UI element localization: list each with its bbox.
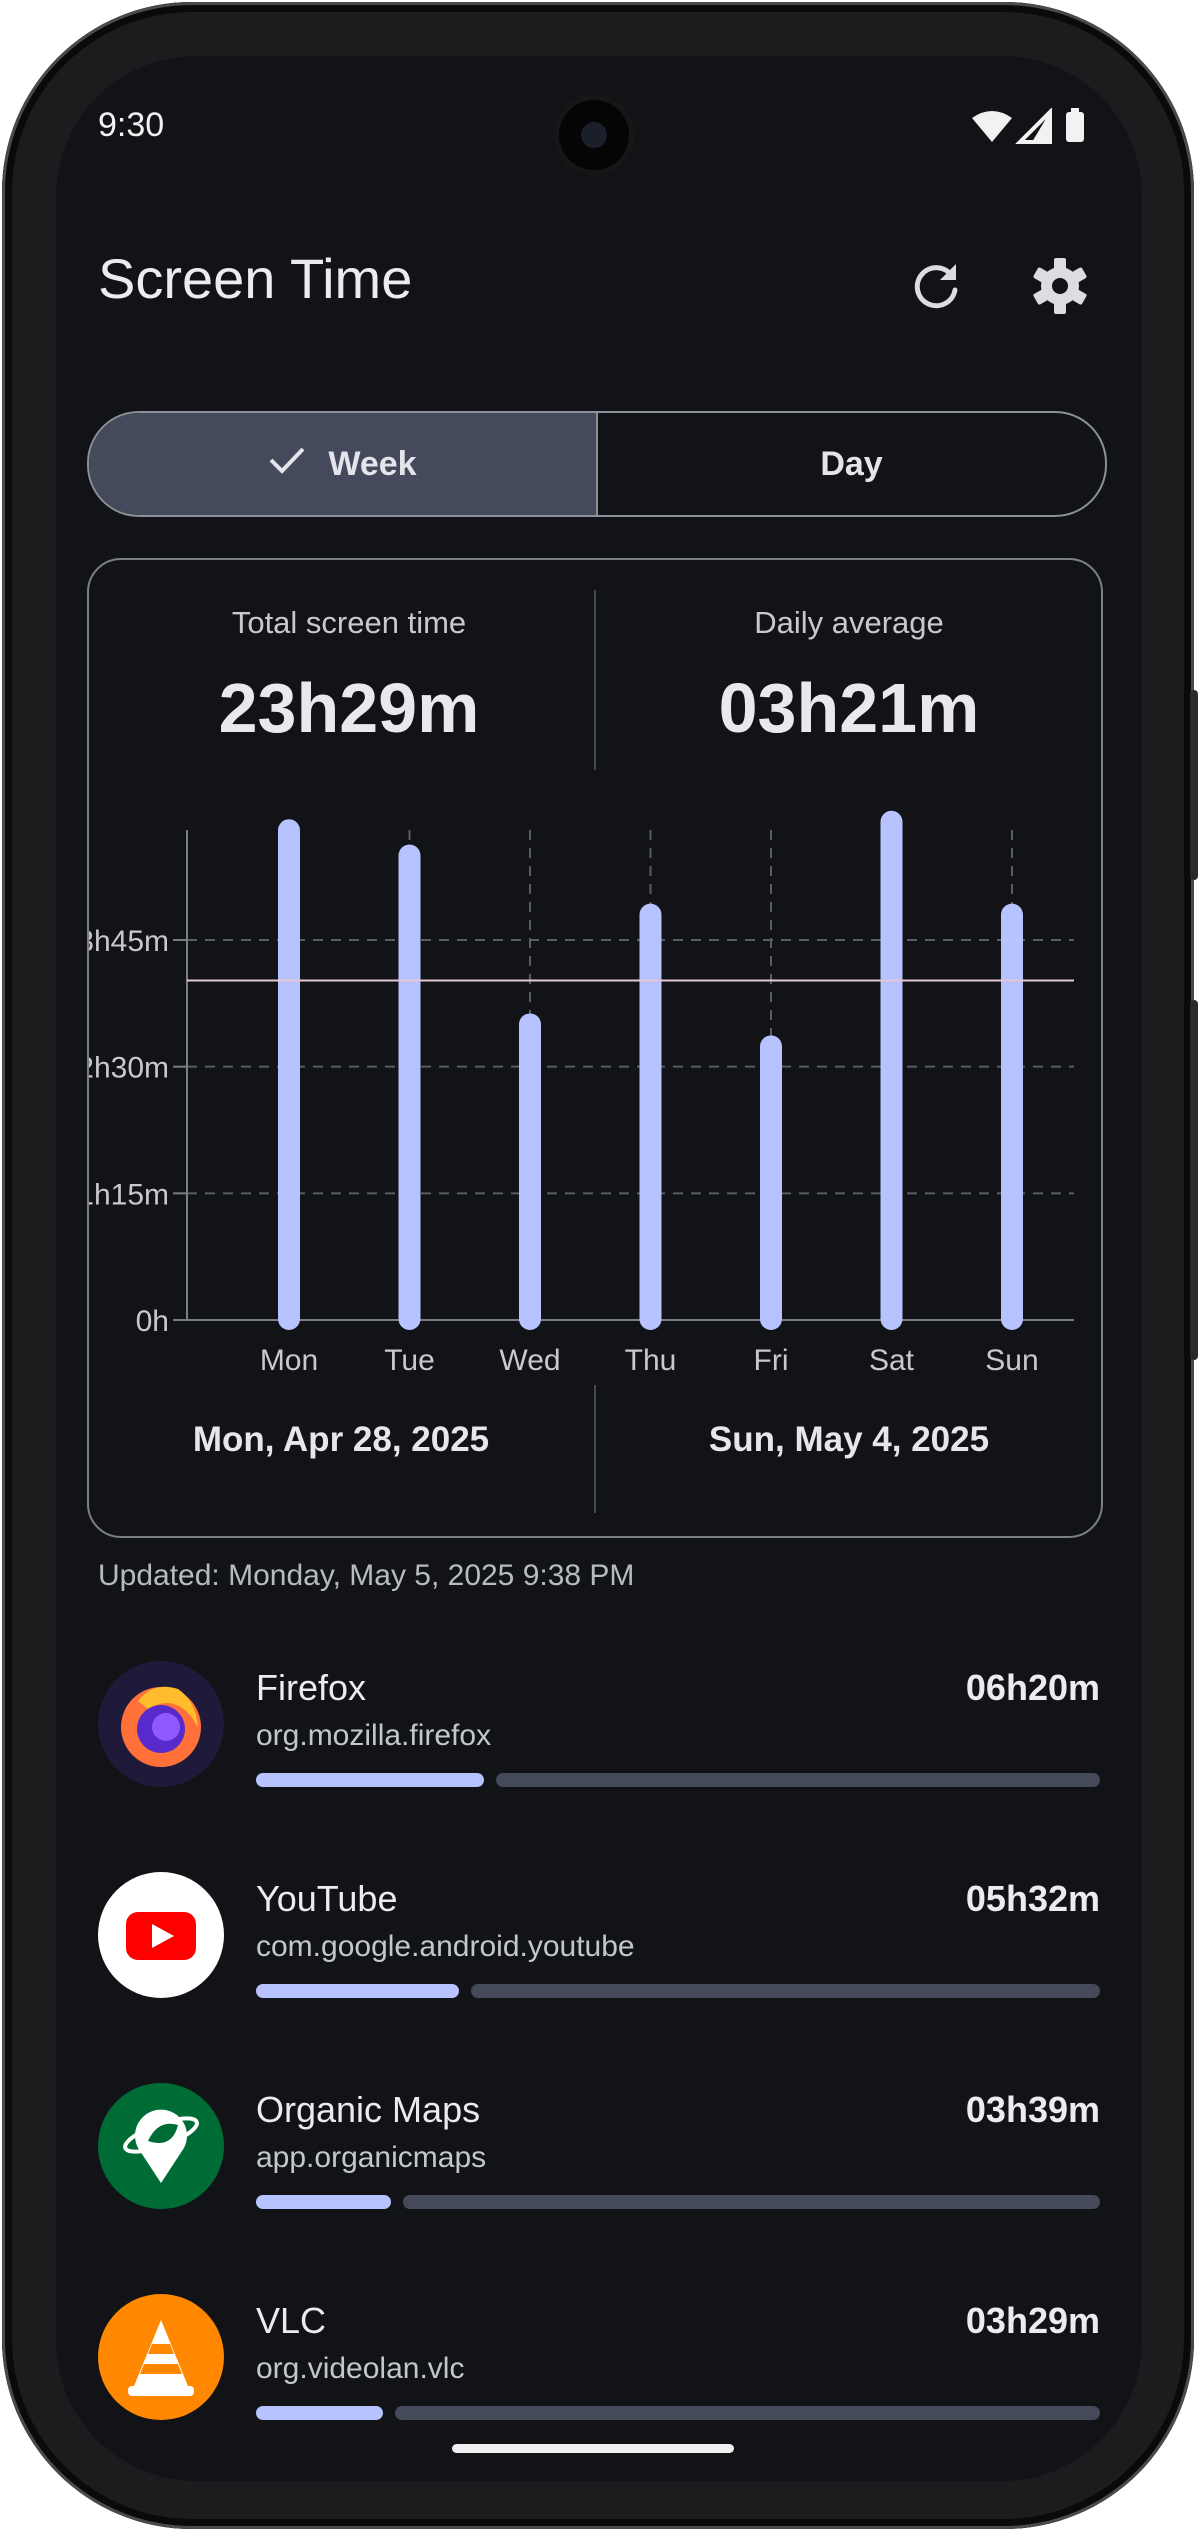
app-row-youtube[interactable]: YouTube com.google.android.youtube 05h32… xyxy=(56,1872,1142,2052)
y-tick-label: 3h45m xyxy=(89,925,169,958)
y-tick-label: 0h xyxy=(136,1305,169,1338)
battery-icon xyxy=(1066,112,1084,142)
x-tick-label: Thu xyxy=(625,1344,677,1377)
usage-bar-fill xyxy=(256,2406,383,2420)
usage-bar-track xyxy=(496,1773,1100,1787)
status-time: 9:30 xyxy=(98,106,165,144)
y-tick-label: 1h15m xyxy=(89,1178,169,1211)
dates-divider xyxy=(594,1385,596,1513)
x-tick-label: Mon xyxy=(260,1344,318,1377)
usage-bar-track xyxy=(395,2406,1100,2420)
check-icon xyxy=(268,445,306,484)
wifi-icon xyxy=(972,111,1012,142)
usage-bar-fill xyxy=(256,1773,484,1787)
range-toggle: Week Day xyxy=(87,411,1107,517)
power-button xyxy=(1190,690,1198,880)
usage-bar-fill xyxy=(256,2195,391,2209)
usage-bar-fill xyxy=(256,1984,459,1998)
screen: 9:30 Screen Time Week Day Total screen t… xyxy=(56,56,1142,2481)
app-name: VLC xyxy=(256,2300,327,2341)
app-package: org.videolan.vlc xyxy=(256,2352,465,2385)
x-tick-label: Fri xyxy=(754,1344,789,1377)
end-date[interactable]: Sun, May 4, 2025 xyxy=(609,1420,1089,1460)
app-package: com.google.android.youtube xyxy=(256,1930,635,1963)
usage-bar-track xyxy=(403,2195,1100,2209)
status-icons xyxy=(970,107,1090,148)
summary-card: Total screen time 23h29m Daily average 0… xyxy=(87,558,1103,1538)
app-row-organic-maps[interactable]: Organic Maps app.organicmaps 03h39m xyxy=(56,2083,1142,2263)
week-label: Week xyxy=(328,444,417,483)
app-name: YouTube xyxy=(256,1878,398,1919)
app-usage-time: 03h39m xyxy=(965,2089,1100,2130)
app-row-firefox[interactable]: Firefox org.mozilla.firefox 06h20m xyxy=(56,1661,1142,1841)
organic-maps-icon xyxy=(98,2083,224,2209)
page-title: Screen Time xyxy=(98,247,413,310)
youtube-icon xyxy=(98,1872,224,1998)
start-date[interactable]: Mon, Apr 28, 2025 xyxy=(101,1420,581,1460)
weekly-usage-chart: 0h 1h15m 2h30m 3h45m Mon Tue Wed Thu Fri Sat Sun xyxy=(89,810,1074,1377)
day-label: Day xyxy=(820,444,883,483)
gear-icon[interactable] xyxy=(1028,254,1092,318)
usage-bar-track xyxy=(471,1984,1100,1998)
app-name: Firefox xyxy=(256,1667,367,1708)
app-usage-time: 03h29m xyxy=(965,2300,1100,2341)
updated-text: Updated: Monday, May 5, 2025 9:38 PM xyxy=(98,1559,635,1592)
week-toggle-button[interactable]: Week xyxy=(89,413,598,515)
app-package: org.mozilla.firefox xyxy=(256,1719,492,1752)
home-indicator[interactable] xyxy=(452,2444,734,2453)
vlc-icon xyxy=(98,2294,224,2420)
x-tick-label: Wed xyxy=(499,1344,560,1377)
x-tick-label: Sun xyxy=(985,1344,1038,1377)
app-name: Organic Maps xyxy=(256,2089,481,2130)
app-package: app.organicmaps xyxy=(256,2141,487,2174)
x-tick-label: Tue xyxy=(384,1344,435,1377)
app-usage-time: 06h20m xyxy=(965,1667,1100,1708)
front-camera xyxy=(553,94,635,176)
refresh-icon[interactable] xyxy=(904,254,968,318)
volume-button xyxy=(1190,1000,1198,1360)
y-tick-label: 2h30m xyxy=(89,1052,169,1085)
x-tick-label: Sat xyxy=(869,1344,915,1377)
firefox-icon xyxy=(98,1661,224,1787)
app-usage-time: 05h32m xyxy=(965,1878,1100,1919)
day-toggle-button[interactable]: Day xyxy=(598,413,1105,515)
